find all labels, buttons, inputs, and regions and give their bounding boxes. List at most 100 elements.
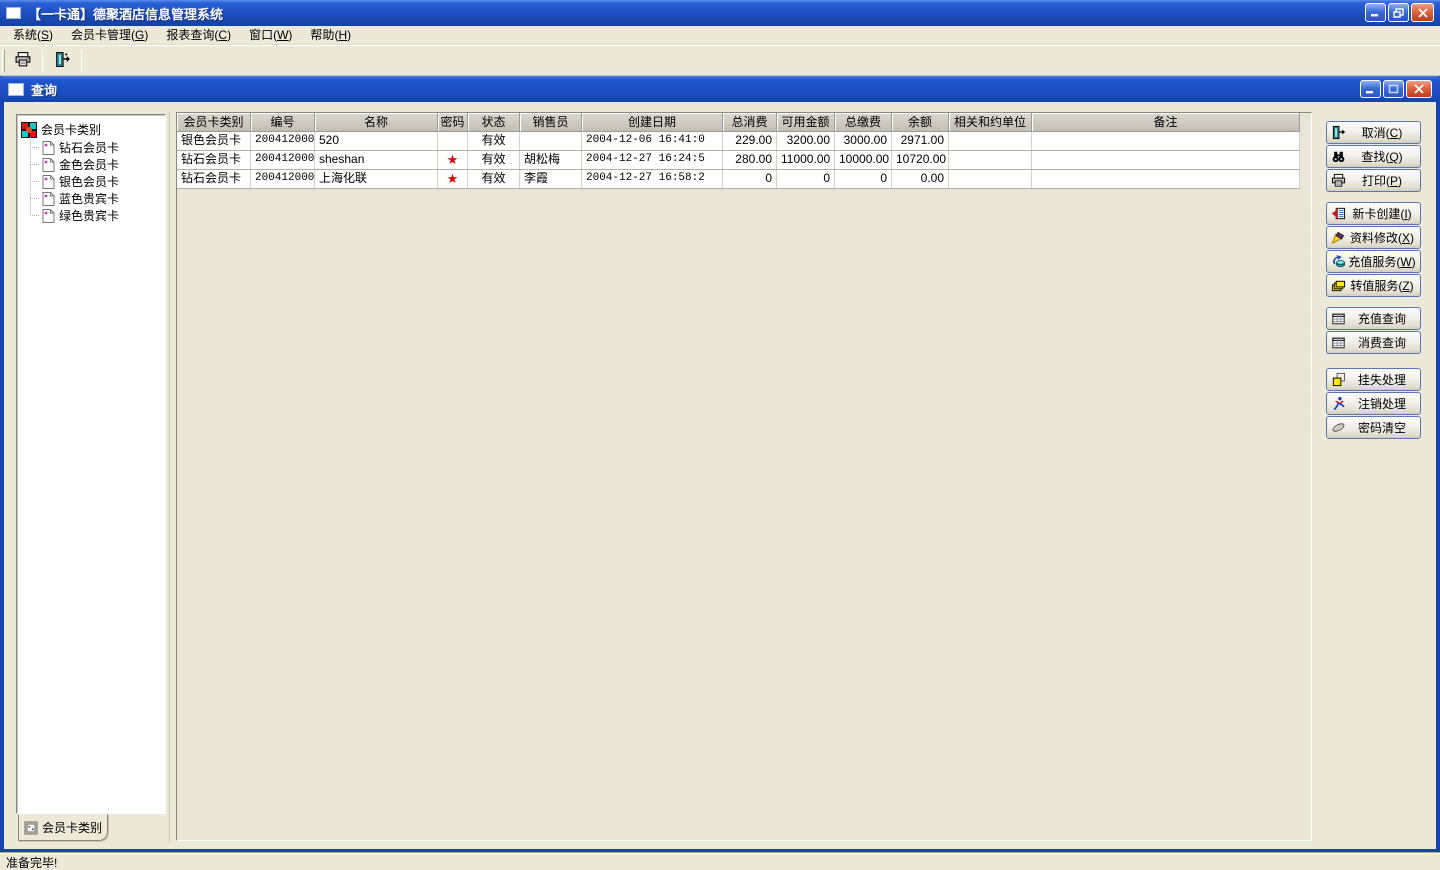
column-header[interactable]: 余额 <box>892 113 949 132</box>
table-cell[interactable] <box>520 132 582 150</box>
minimize-button[interactable] <box>1365 3 1386 22</box>
table-cell[interactable]: 280.00 <box>723 151 777 169</box>
menu-card-management[interactable]: 会员卡管理G <box>62 26 157 45</box>
column-header[interactable]: 销售员 <box>520 113 582 132</box>
table-cell[interactable]: 胡松梅 <box>520 151 582 169</box>
menu-system[interactable]: 系统S <box>4 26 62 45</box>
table-cell[interactable]: 上海化联 <box>315 170 438 188</box>
tree-item[interactable]: 金色会员卡 <box>30 156 163 173</box>
report-loss-button[interactable]: 挂失处理 <box>1326 368 1421 391</box>
query-close-button[interactable] <box>1406 80 1432 98</box>
table-cell[interactable]: 10720.00 <box>892 151 949 169</box>
recharge-query-button[interactable]: 充值查询 <box>1326 307 1421 330</box>
table-cell[interactable]: 2004-12-27 16:24:5 <box>582 151 723 169</box>
table-cell[interactable] <box>438 132 468 150</box>
table-cell[interactable]: 0.00 <box>892 170 949 188</box>
tab-card-categories[interactable]: 会员卡类别 <box>18 814 108 841</box>
table-cell[interactable]: 200412000003 <box>251 170 315 188</box>
query-minimize-button[interactable] <box>1360 80 1381 98</box>
table-row[interactable]: 银色会员卡200412000001520 有效 2004-12-06 16:41:0… <box>177 132 1300 151</box>
column-header[interactable]: 总缴费 <box>835 113 892 132</box>
new-card-button[interactable]: 新卡创建I <box>1326 202 1421 225</box>
document-icon <box>42 209 55 223</box>
table-cell[interactable] <box>949 132 1032 150</box>
table-row[interactable]: 钻石会员卡200412000003上海化联★有效李霞2004-12-27 16:… <box>177 170 1300 189</box>
tree-item[interactable]: 蓝色贵宾卡 <box>30 190 163 207</box>
table-cell[interactable]: 520 <box>315 132 438 150</box>
edit-icon <box>1330 230 1347 245</box>
table-cell[interactable] <box>949 170 1032 188</box>
table-cell[interactable]: sheshan <box>315 151 438 169</box>
table-cell[interactable]: 钻石会员卡 <box>177 151 251 169</box>
column-header[interactable]: 创建日期 <box>582 113 723 132</box>
column-header[interactable]: 备注 <box>1032 113 1300 132</box>
toolbar-separator <box>42 50 43 72</box>
table-cell[interactable]: 200412000001 <box>251 132 315 150</box>
column-header[interactable]: 名称 <box>315 113 438 132</box>
table-cell[interactable]: 229.00 <box>723 132 777 150</box>
table-cell[interactable]: 3200.00 <box>777 132 835 150</box>
column-header[interactable]: 相关和约单位 <box>949 113 1032 132</box>
tree-item-label: 蓝色贵宾卡 <box>59 190 119 207</box>
table-cell[interactable] <box>949 151 1032 169</box>
tree-item[interactable]: 银色会员卡 <box>30 173 163 190</box>
table-cell[interactable]: 2004-12-06 16:41:0 <box>582 132 723 150</box>
transfer-service-button[interactable]: 转值服务Z <box>1326 274 1421 297</box>
cancel-button[interactable]: 取消C <box>1326 121 1421 144</box>
toolbar-separator <box>81 50 82 72</box>
panel-divider[interactable] <box>169 112 170 843</box>
table-cell[interactable]: 钻石会员卡 <box>177 170 251 188</box>
column-header[interactable]: 总消费 <box>723 113 777 132</box>
table-cell[interactable]: 2004-12-27 16:58:2 <box>582 170 723 188</box>
restore-button[interactable] <box>1388 3 1409 22</box>
column-header[interactable]: 会员卡类别 <box>177 113 251 132</box>
print-button[interactable]: 打印P <box>1326 169 1421 192</box>
close-button[interactable] <box>1411 3 1434 22</box>
print-toolbar-button[interactable] <box>8 48 38 73</box>
card-categories-icon <box>21 122 37 138</box>
toolbar-grip[interactable] <box>2 50 5 72</box>
tree-item-label: 银色会员卡 <box>59 173 119 190</box>
column-header[interactable]: 编号 <box>251 113 315 132</box>
menu-window[interactable]: 窗口W <box>240 26 301 45</box>
column-header[interactable]: 状态 <box>468 113 520 132</box>
table-cell[interactable] <box>1032 151 1300 169</box>
application-window: 【一卡通】德聚酒店信息管理系统 系统S 会员卡管理G 报表查询C 窗口W 帮助H <box>0 0 1440 870</box>
column-header[interactable]: 可用金额 <box>777 113 835 132</box>
tree-root-label: 会员卡类别 <box>41 121 101 138</box>
menu-report-query[interactable]: 报表查询C <box>157 26 240 45</box>
tree-root[interactable]: 会员卡类别 <box>21 121 163 138</box>
exit-toolbar-button[interactable] <box>47 48 77 73</box>
table-cell[interactable]: 200412000002 <box>251 151 315 169</box>
menu-help[interactable]: 帮助H <box>301 26 360 45</box>
table-cell[interactable]: 2971.00 <box>892 132 949 150</box>
table-cell[interactable]: 11000.00 <box>777 151 835 169</box>
table-cell[interactable]: 3000.00 <box>835 132 892 150</box>
find-button[interactable]: 查找Q <box>1326 145 1421 168</box>
document-icon <box>42 175 55 189</box>
table-cell[interactable]: 0 <box>835 170 892 188</box>
table-row[interactable]: 钻石会员卡200412000002sheshan★有效胡松梅2004-12-27… <box>177 151 1300 170</box>
table-cell[interactable]: 有效 <box>468 132 520 150</box>
table-cell[interactable]: 有效 <box>468 151 520 169</box>
table-cell[interactable]: 李霞 <box>520 170 582 188</box>
password-star-icon[interactable]: ★ <box>438 170 468 188</box>
table-cell[interactable]: 0 <box>723 170 777 188</box>
tree-item[interactable]: 钻石会员卡 <box>30 139 163 156</box>
clear-password-button[interactable]: 密码清空 <box>1326 416 1421 439</box>
cancel-card-button[interactable]: 注销处理 <box>1326 392 1421 415</box>
recharge-service-button[interactable]: 充值服务W <box>1326 250 1421 273</box>
query-form-icon <box>8 83 24 96</box>
consume-query-button[interactable]: 消费查询 <box>1326 331 1421 354</box>
table-cell[interactable]: 银色会员卡 <box>177 132 251 150</box>
table-cell[interactable]: 10000.00 <box>835 151 892 169</box>
table-cell[interactable] <box>1032 132 1300 150</box>
column-header[interactable]: 密码 <box>438 113 468 132</box>
table-cell[interactable]: 有效 <box>468 170 520 188</box>
query-maximize-button[interactable] <box>1383 80 1404 98</box>
edit-info-button[interactable]: 资料修改X <box>1326 226 1421 249</box>
table-cell[interactable] <box>1032 170 1300 188</box>
table-cell[interactable]: 0 <box>777 170 835 188</box>
password-star-icon[interactable]: ★ <box>438 151 468 169</box>
tree-item[interactable]: 绿色贵宾卡 <box>30 207 163 224</box>
